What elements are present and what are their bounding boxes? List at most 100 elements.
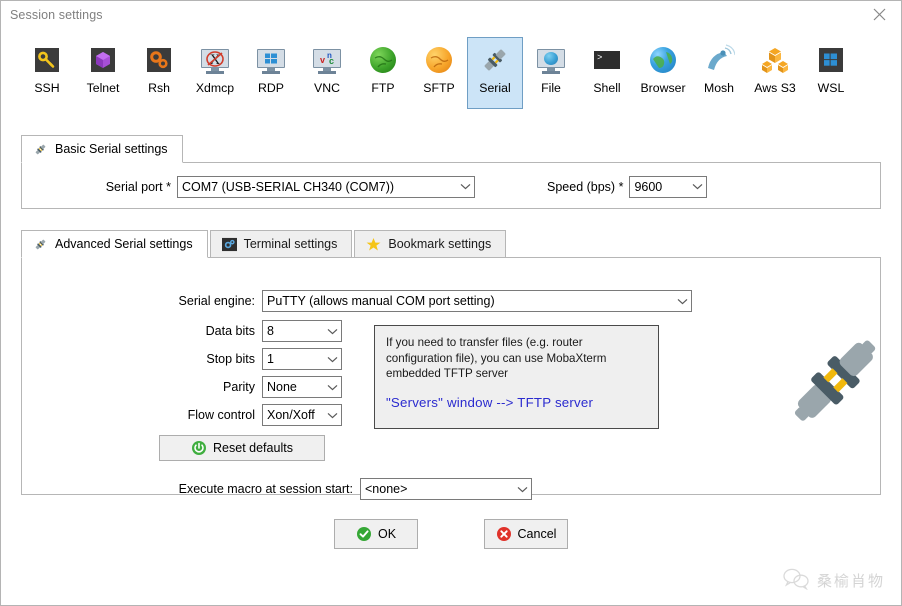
reset-defaults-button[interactable]: Reset defaults [159, 435, 325, 461]
watermark-text: 桑榆肖物 [816, 572, 885, 590]
chevron-down-icon[interactable] [323, 356, 341, 363]
parity-select[interactable]: None [262, 376, 342, 398]
serial-engine-select[interactable]: PuTTY (allows manual COM port setting) [262, 290, 692, 312]
advanced-tabstrip: Advanced Serial settings Terminal settin… [21, 229, 881, 258]
session-type-sftp[interactable]: SFTP [411, 37, 467, 109]
session-type-label: VNC [314, 81, 340, 95]
session-type-wsl[interactable]: WSL [803, 37, 859, 109]
flow-control-label: Flow control [187, 408, 255, 422]
speed-label: Speed (bps) * [547, 179, 624, 194]
session-type-file[interactable]: File [523, 37, 579, 109]
chevron-down-icon[interactable] [456, 183, 474, 190]
tftp-info-link[interactable]: "Servers" window --> TFTP server [386, 395, 647, 411]
stop-bits-value: 1 [267, 352, 274, 366]
session-type-browser[interactable]: Browser [635, 37, 691, 109]
execute-macro-label: Execute macro at session start: [178, 482, 353, 496]
cancel-label: Cancel [517, 527, 557, 541]
session-type-label: WSL [817, 81, 845, 95]
data-bits-value: 8 [267, 324, 274, 338]
session-type-rdp[interactable]: RDP [243, 37, 299, 109]
session-type-ssh[interactable]: SSH [19, 37, 75, 109]
close-icon[interactable] [857, 1, 901, 28]
serial-plug-icon [479, 44, 511, 76]
session-type-label: Browser [640, 81, 686, 95]
tab-advanced-serial-settings[interactable]: Advanced Serial settings [21, 230, 208, 258]
svg-text:v: v [320, 55, 325, 65]
flow-control-select[interactable]: Xon/Xoff [262, 404, 342, 426]
wsl-windows-icon [815, 44, 847, 76]
execute-macro-select[interactable]: <none> [360, 478, 532, 500]
ftp-globe-icon [367, 44, 399, 76]
tab-bookmark-settings[interactable]: Bookmark settings [354, 230, 507, 257]
ssh-key-icon [31, 44, 63, 76]
sftp-globe-icon [423, 44, 455, 76]
session-type-label: Xdmcp [195, 81, 235, 95]
rdp-monitor-icon [255, 44, 287, 76]
chevron-down-icon[interactable] [323, 412, 341, 419]
check-circle-icon [356, 526, 372, 542]
shell-console-icon: > [591, 44, 623, 76]
svg-text:c: c [329, 56, 334, 66]
chevron-down-icon[interactable] [688, 183, 706, 190]
session-type-toolbar: SSH Telnet Rsh Xdmcp RDP v n c VNC FTP S… [1, 28, 901, 118]
xdmcp-monitor-icon: X [199, 44, 231, 76]
serial-plug-large-icon [779, 337, 889, 425]
dialog-footer: OK Cancel [1, 519, 901, 549]
wechat-icon [783, 568, 810, 593]
rsh-gears-icon [143, 44, 175, 76]
tab-terminal-settings[interactable]: Terminal settings [209, 230, 353, 257]
tab-label: Terminal settings [243, 237, 338, 251]
mosh-satellite-icon [703, 44, 735, 76]
session-type-label: SFTP [423, 81, 455, 95]
session-type-serial[interactable]: Serial [467, 37, 523, 109]
serial-port-value: COM7 (USB-SERIAL CH340 (COM7)) [182, 179, 395, 194]
watermark: 桑榆肖物 [783, 568, 885, 593]
error-circle-icon [496, 526, 512, 542]
session-type-label: RDP [258, 81, 284, 95]
session-type-vnc[interactable]: v n c VNC [299, 37, 355, 109]
data-bits-select[interactable]: 8 [262, 320, 342, 342]
session-type-telnet[interactable]: Telnet [75, 37, 131, 109]
telnet-cube-icon [87, 44, 119, 76]
chevron-down-icon[interactable] [323, 384, 341, 391]
execute-macro-value: <none> [365, 482, 408, 496]
session-type-label: File [541, 81, 561, 95]
serial-engine-value: PuTTY (allows manual COM port setting) [267, 294, 495, 308]
serial-engine-label: Serial engine: [178, 294, 255, 308]
speed-select[interactable]: 9600 [629, 175, 708, 198]
session-type-mosh[interactable]: Mosh [691, 37, 747, 109]
ok-button[interactable]: OK [334, 519, 418, 549]
basic-serial-tabstrip: Basic Serial settings [21, 134, 881, 163]
svg-text:>: > [597, 53, 602, 63]
title-bar: Session settings [1, 1, 901, 28]
chevron-down-icon[interactable] [323, 328, 341, 335]
session-type-ftp[interactable]: FTP [355, 37, 411, 109]
chevron-down-icon[interactable] [513, 486, 531, 493]
serial-port-label: Serial port * [105, 179, 171, 194]
speed-value: 9600 [634, 179, 663, 194]
stop-bits-select[interactable]: 1 [262, 348, 342, 370]
tftp-info-box: If you need to transfer files (e.g. rout… [374, 325, 659, 429]
stop-bits-label: Stop bits [206, 352, 255, 366]
reset-defaults-label: Reset defaults [213, 441, 293, 455]
session-type-label: Shell [593, 81, 621, 95]
data-bits-label: Data bits [205, 324, 255, 338]
session-type-shell[interactable]: > Shell [579, 37, 635, 109]
session-type-label: Rsh [148, 81, 170, 95]
tftp-info-text: If you need to transfer files (e.g. rout… [386, 336, 607, 380]
cancel-button[interactable]: Cancel [484, 519, 568, 549]
advanced-serial-panel: Advanced Serial settings Terminal settin… [1, 229, 901, 500]
session-type-label: Telnet [86, 81, 120, 95]
tab-basic-serial-settings[interactable]: Basic Serial settings [21, 135, 183, 163]
session-type-label: Aws S3 [754, 81, 796, 95]
chevron-down-icon[interactable] [673, 298, 691, 305]
bookmark-star-icon [366, 237, 381, 252]
session-type-label: Serial [479, 81, 511, 95]
tab-label: Bookmark settings [388, 237, 492, 251]
serial-port-select[interactable]: COM7 (USB-SERIAL CH340 (COM7)) [177, 175, 475, 198]
session-type-xdmcp[interactable]: X Xdmcp [187, 37, 243, 109]
parity-label: Parity [223, 380, 255, 394]
session-type-aws-s3[interactable]: Aws S3 [747, 37, 803, 109]
session-type-rsh[interactable]: Rsh [131, 37, 187, 109]
basic-serial-panel: Basic Serial settings Serial port * COM7… [1, 134, 901, 209]
